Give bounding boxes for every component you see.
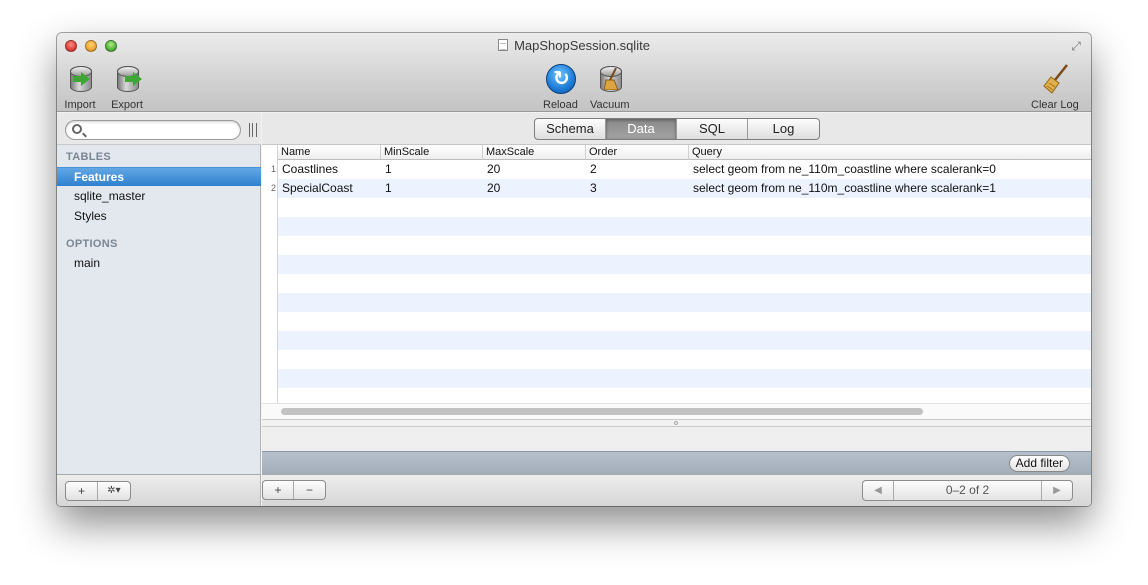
- export-label: Export: [111, 99, 143, 111]
- sidebar-bottom-bar: + ✲▾: [57, 474, 261, 506]
- row-number: 1: [270, 164, 276, 174]
- row-number: 2: [270, 183, 276, 193]
- sidebar-action-buttons: + ✲▾: [65, 481, 131, 501]
- next-page-button[interactable]: ▶: [1041, 481, 1072, 500]
- cell-query[interactable]: select geom from ne_110m_coastline where…: [689, 160, 996, 179]
- add-table-button[interactable]: +: [66, 482, 98, 500]
- options-heading: OPTIONS: [66, 238, 118, 250]
- document-icon: [498, 39, 509, 51]
- sidebar-search-row: [57, 113, 261, 145]
- main-panel: Schema Data SQL Log Name MinScale MaxSca…: [262, 113, 1091, 506]
- grid-stripe: [278, 198, 1091, 217]
- row-action-buttons: + −: [262, 480, 326, 500]
- cell-name[interactable]: Coastlines: [278, 160, 338, 179]
- reload-label: Reload: [543, 99, 578, 111]
- column-header-order[interactable]: Order: [586, 145, 689, 160]
- data-grid: Name MinScale MaxScale Order Query 1 Coa…: [262, 145, 1091, 403]
- grid-stripe: [278, 255, 1091, 274]
- split-view-handle-icon[interactable]: [249, 123, 257, 137]
- remove-row-button[interactable]: −: [294, 481, 325, 499]
- cell-order[interactable]: 3: [586, 179, 597, 198]
- cell-minscale[interactable]: 1: [381, 160, 392, 179]
- grid-stripe: [278, 293, 1091, 312]
- clear-log-button[interactable]: Clear Log: [1031, 64, 1079, 111]
- add-filter-button[interactable]: Add filter: [1008, 455, 1070, 472]
- search-icon: [72, 124, 82, 134]
- vacuum-button[interactable]: Vacuum: [590, 64, 630, 111]
- window-title-area: MapShopSession.sqlite: [57, 38, 1091, 53]
- grid-stripe: [278, 312, 1091, 331]
- grid-stripe: [278, 274, 1091, 293]
- pager: ◀ 0–2 of 2 ▶: [862, 480, 1073, 501]
- main-bottom-bar: + − ◀ 0–2 of 2 ▶: [262, 474, 1091, 506]
- broom-icon: [1039, 64, 1071, 98]
- import-button[interactable]: Import: [64, 64, 96, 111]
- clear-log-label: Clear Log: [1031, 99, 1079, 111]
- sidebar-item-sqlite-master[interactable]: sqlite_master: [57, 187, 261, 206]
- sidebar-item-main[interactable]: main: [57, 254, 261, 273]
- cell-maxscale[interactable]: 20: [483, 179, 500, 198]
- tab-sql[interactable]: SQL: [677, 119, 748, 139]
- view-tabbar: Schema Data SQL Log: [262, 113, 1091, 145]
- page-status: 0–2 of 2: [945, 483, 990, 497]
- gear-menu-button[interactable]: ✲▾: [98, 482, 130, 500]
- scrollbar-thumb[interactable]: [281, 408, 923, 415]
- cell-maxscale[interactable]: 20: [483, 160, 500, 179]
- column-header-maxscale[interactable]: MaxScale: [483, 145, 586, 160]
- previous-page-button[interactable]: ◀: [863, 481, 894, 500]
- divider-grip-icon: [674, 421, 678, 425]
- add-row-button[interactable]: +: [263, 481, 294, 499]
- tab-schema[interactable]: Schema: [535, 119, 606, 139]
- cell-minscale[interactable]: 1: [381, 179, 392, 198]
- filter-area: [262, 427, 1091, 451]
- grid-stripe: [278, 236, 1091, 255]
- export-button[interactable]: Export: [111, 64, 143, 111]
- cell-name[interactable]: SpecialCoast: [278, 179, 353, 198]
- reload-button[interactable]: ↻ Reload: [543, 64, 578, 111]
- database-export-icon: [111, 64, 143, 98]
- horizontal-scrollbar[interactable]: [262, 403, 1091, 419]
- cell-order[interactable]: 2: [586, 160, 597, 179]
- tab-data[interactable]: Data: [606, 119, 677, 139]
- reload-icon: ↻: [544, 64, 577, 98]
- tables-heading: TABLES: [66, 151, 111, 163]
- window-title: MapShopSession.sqlite: [514, 38, 650, 53]
- vacuum-icon: [594, 64, 626, 98]
- database-import-icon: [64, 64, 96, 98]
- cell-query[interactable]: select geom from ne_110m_coastline where…: [689, 179, 996, 198]
- titlebar-toolbar: MapShopSession.sqlite ⤢ Import Export ↻ …: [57, 33, 1091, 112]
- sidebar-item-features[interactable]: Features: [57, 167, 261, 186]
- column-header-name[interactable]: Name: [278, 145, 381, 160]
- grid-stripe: [278, 217, 1091, 236]
- sidebar: TABLES Features sqlite_master Styles OPT…: [57, 113, 261, 474]
- tab-log[interactable]: Log: [748, 119, 819, 139]
- grid-stripe: [278, 388, 1091, 403]
- split-divider[interactable]: [262, 419, 1091, 427]
- grid-stripe: [278, 369, 1091, 388]
- search-input[interactable]: [65, 120, 241, 140]
- fullscreen-icon[interactable]: ⤢: [1069, 39, 1083, 53]
- grid-stripe: [278, 350, 1091, 369]
- import-label: Import: [64, 99, 96, 111]
- column-header-query[interactable]: Query: [689, 145, 1091, 160]
- app-window: MapShopSession.sqlite ⤢ Import Export ↻ …: [57, 33, 1091, 506]
- sidebar-item-styles[interactable]: Styles: [57, 207, 261, 226]
- filter-bar: Add filter: [262, 451, 1091, 474]
- grid-stripe: [278, 331, 1091, 350]
- column-header-minscale[interactable]: MinScale: [381, 145, 483, 160]
- view-tabs: Schema Data SQL Log: [534, 118, 820, 140]
- vacuum-label: Vacuum: [590, 99, 630, 111]
